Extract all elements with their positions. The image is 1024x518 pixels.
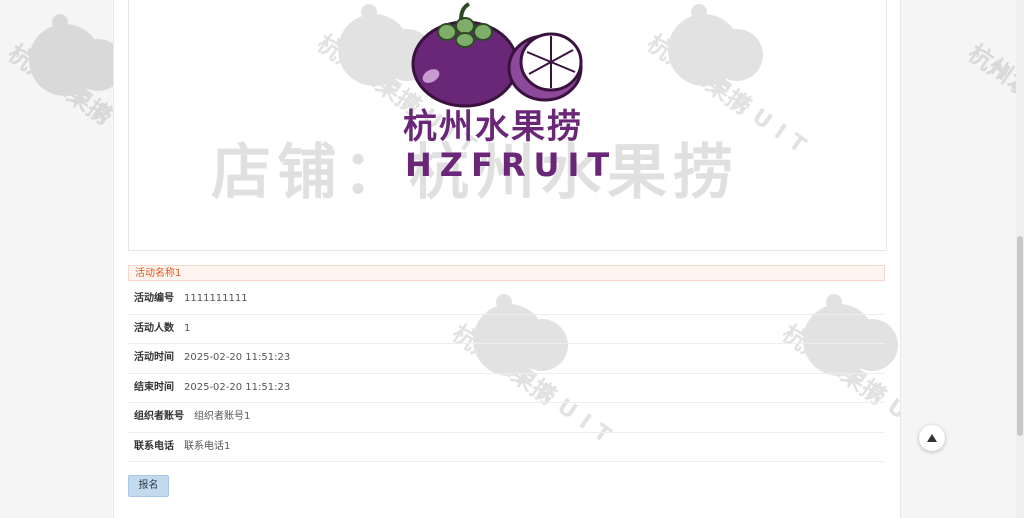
info-row-organizer: 组织者账号 组织者账号1 [128,403,885,433]
brand-name-cn: 杭州水果捞 [403,107,583,147]
shop-banner: 杭州水果捞 HZFRUIT 杭州水果捞 HZFRUIT 店铺：杭州水果捞 杭州水… [128,0,887,251]
info-label: 组织者账号 [134,411,184,423]
info-value: 组织者账号1 [194,411,251,423]
info-value: 2025-02-20 11:51:23 [184,352,291,364]
info-value: 联系电话1 [184,440,231,452]
scrollbar[interactable] [1016,0,1024,518]
info-label: 活动编号 [134,293,174,305]
info-row-end-time: 结束时间 2025-02-20 11:51:23 [128,374,885,403]
info-label: 结束时间 [134,381,174,393]
info-label: 活动人数 [134,322,174,334]
info-row-participants: 活动人数 1 [128,315,885,344]
brand-name-en: HZFRUIT [405,146,618,184]
info-row-start-time: 活动时间 2025-02-20 11:51:23 [128,344,885,374]
info-label: 活动时间 [134,352,174,364]
activity-info-list: 活动编号 1111111111 活动人数 1 活动时间 2025-02-20 1… [128,285,885,462]
watermark-logo: 杭州水果捞 HZFRUIT [642,0,817,164]
page-container: 杭州水果捞 HZFRUIT 杭州水果捞 HZFRUIT 店铺：杭州水果捞 杭州水… [113,0,901,518]
info-value: 1 [184,322,191,334]
info-label: 联系电话 [134,440,174,452]
info-value: 2025-02-20 11:51:23 [184,381,291,393]
signup-button[interactable]: 报名 [128,475,169,497]
back-to-top-button[interactable] [919,425,945,451]
arrow-up-icon [927,434,937,442]
mangosteen-logo [411,2,583,108]
info-row-activity-id: 活动编号 1111111111 [128,285,885,315]
activity-title: 活动名称1 [128,265,885,281]
info-row-phone: 联系电话 联系电话1 [128,433,885,462]
info-value: 1111111111 [184,293,248,305]
scrollbar-thumb[interactable] [1017,236,1023,436]
